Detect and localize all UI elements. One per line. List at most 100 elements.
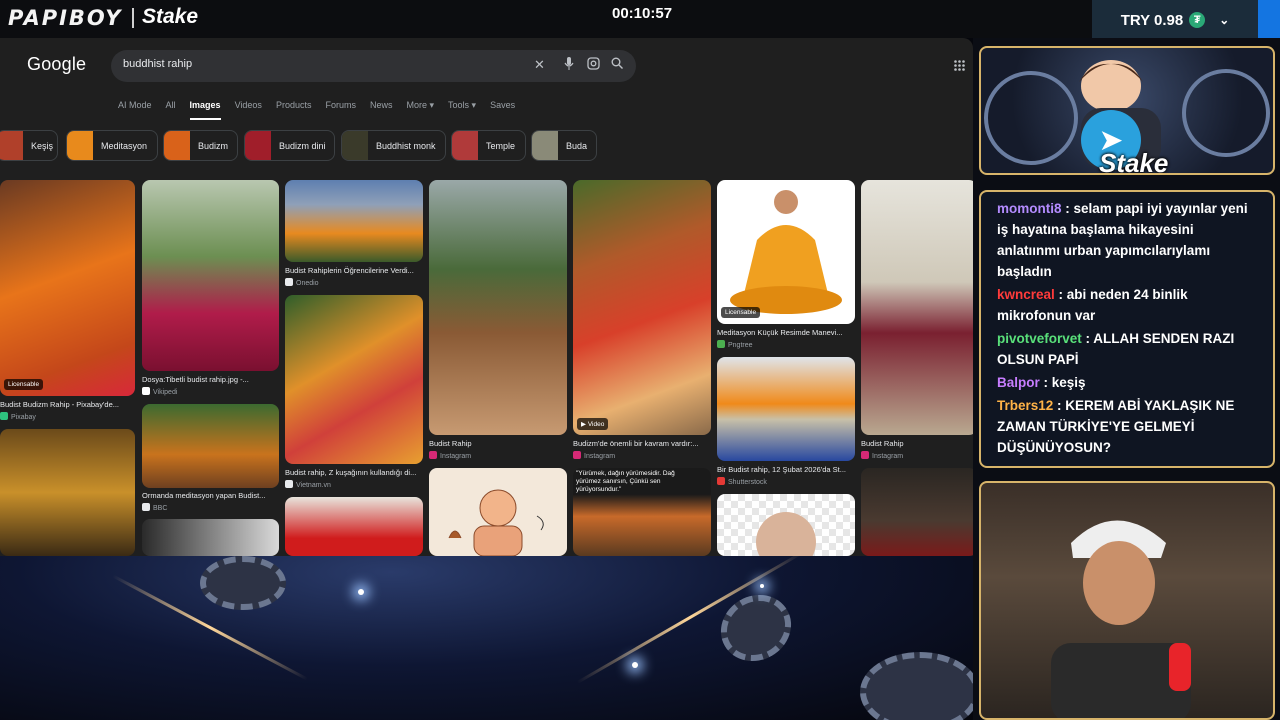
tab-videos[interactable]: Videos: [235, 100, 262, 120]
chip-label: Buddhist monk: [376, 140, 436, 151]
image-result[interactable]: [285, 295, 423, 464]
instagram-icon: [861, 451, 869, 459]
chip-budizm-dini[interactable]: Budizm dini: [244, 130, 335, 161]
result-source[interactable]: Vikipedi: [142, 387, 177, 396]
apps-grid-icon[interactable]: [954, 58, 965, 74]
chat-text: keşiş: [1051, 375, 1086, 390]
chip-kesis[interactable]: Keşiş: [0, 130, 58, 161]
result-caption[interactable]: Ormanda meditasyon yapan Budist...: [142, 491, 279, 500]
chip-thumbnail: [452, 131, 478, 160]
search-box[interactable]: buddhist rahip ✕: [111, 50, 636, 82]
tab-products[interactable]: Products: [276, 100, 312, 120]
pixabay-icon: [0, 412, 8, 420]
tab-ai-mode[interactable]: AI Mode: [118, 100, 152, 120]
result-source[interactable]: Pixabay: [0, 412, 36, 421]
tab-images[interactable]: Images: [189, 100, 221, 120]
result-source[interactable]: Onedio: [285, 278, 319, 287]
search-icon[interactable]: [611, 57, 623, 72]
clear-icon[interactable]: ✕: [534, 57, 545, 73]
tab-saves[interactable]: Saves: [490, 100, 515, 120]
monk-head-photo: [756, 512, 816, 556]
chip-temple[interactable]: Temple: [451, 130, 526, 161]
chip-thumbnail: [0, 131, 23, 160]
chip-label: Temple: [486, 140, 516, 151]
result-caption[interactable]: Budist Rahip: [429, 439, 567, 448]
image-result[interactable]: [717, 357, 855, 461]
search-input[interactable]: buddhist rahip: [123, 58, 192, 70]
result-source[interactable]: Instagram: [573, 451, 615, 460]
result-source[interactable]: Instagram: [861, 451, 903, 460]
bbc-icon: [142, 503, 150, 511]
result-caption[interactable]: Budist Budizm Rahip - Pixabay'de...: [0, 400, 135, 409]
image-result[interactable]: "Yürümek, dağın yürümesidir. Dağ yürümez…: [573, 468, 711, 556]
casino-background: [0, 551, 980, 720]
chat-message: pivotveforvet : ALLAH SENDEN RAZI OLSUN …: [997, 331, 1235, 367]
chat-username[interactable]: pivotveforvet: [997, 331, 1082, 346]
chip-thumbnail: [532, 131, 558, 160]
lens-icon[interactable]: [587, 57, 600, 73]
result-source[interactable]: BBC: [142, 503, 167, 512]
microphone-icon[interactable]: [564, 57, 574, 73]
webcam-panel: [979, 481, 1275, 720]
chip-label: Budizm dini: [279, 140, 326, 151]
chip-buda[interactable]: Buda: [531, 130, 597, 161]
chip-thumbnail: [164, 131, 190, 160]
result-caption[interactable]: Budist Rahiplerin Öğrencilerine Verdi...: [285, 266, 423, 275]
chip-budizm[interactable]: Budizm: [163, 130, 238, 161]
stream-top-bar: PAPIBOY Stake 00:10:57 TRY 0.98 ₮ ⌄: [0, 0, 1280, 40]
chip-buddhist-monk[interactable]: Buddhist monk: [341, 130, 446, 161]
tab-forums[interactable]: Forums: [325, 100, 356, 120]
image-result[interactable]: [717, 494, 855, 556]
google-logo[interactable]: Google: [27, 54, 86, 75]
poker-chip: [860, 652, 980, 720]
tab-all[interactable]: All: [166, 100, 176, 120]
chat-username[interactable]: momonti8: [997, 201, 1062, 216]
onedio-icon: [285, 278, 293, 286]
result-source[interactable]: Vietnam.vn: [285, 480, 331, 489]
image-result[interactable]: [429, 468, 567, 556]
result-caption[interactable]: Budizm'de önemli bir kavram vardır:...: [573, 439, 711, 448]
pngtree-icon: [717, 340, 725, 348]
image-result[interactable]: [429, 180, 567, 435]
search-tabs: AI Mode All Images Videos Products Forum…: [118, 100, 529, 120]
image-result[interactable]: [285, 180, 423, 262]
tab-more[interactable]: More ▾: [407, 100, 435, 120]
video-badge: ▶ Video: [577, 418, 609, 430]
image-result[interactable]: [142, 519, 279, 556]
chip-meditasyon[interactable]: Meditasyon: [66, 130, 158, 161]
licensable-badge: Licensable: [4, 379, 44, 390]
result-caption[interactable]: Meditasyon Küçük Resimde Manevi...: [717, 328, 855, 337]
image-result[interactable]: [285, 497, 423, 556]
sparkle: [760, 584, 764, 588]
wallet-button[interactable]: [1258, 0, 1280, 40]
image-result[interactable]: Licensable: [0, 180, 135, 396]
result-caption[interactable]: Budist Rahip: [861, 439, 973, 448]
chat-username[interactable]: Balpor: [997, 375, 1040, 390]
chip-thumbnail: [67, 131, 93, 160]
balance-dropdown[interactable]: TRY 0.98 ₮ ⌄: [1092, 0, 1258, 40]
sponsor-logo: Stake: [142, 5, 199, 28]
chip-label: Buda: [566, 140, 588, 151]
result-source[interactable]: Shutterstock: [717, 477, 767, 486]
result-source[interactable]: Instagram: [429, 451, 471, 460]
chat-username[interactable]: kwncreal: [997, 287, 1055, 302]
image-result[interactable]: [142, 404, 279, 488]
image-result[interactable]: [861, 180, 973, 435]
result-source[interactable]: Pngtree: [717, 340, 753, 349]
image-result[interactable]: [0, 429, 135, 556]
chat-message: Trbers12 : KEREM ABİ YAKLAŞIK NE ZAMAN T…: [997, 398, 1235, 455]
chip-label: Keşiş: [31, 140, 54, 151]
result-caption[interactable]: Dosya:Tibetli budist rahip.jpg -...: [142, 375, 279, 384]
channel-logo: PAPIBOY: [8, 6, 123, 30]
image-result[interactable]: [142, 180, 279, 371]
image-result[interactable]: [861, 468, 973, 556]
image-result[interactable]: ▶ Video: [573, 180, 711, 435]
chat-message: Balpor : keşiş: [997, 375, 1086, 390]
tab-tools[interactable]: Tools ▾: [448, 100, 476, 120]
shutterstock-icon: [717, 477, 725, 485]
chat-username[interactable]: Trbers12: [997, 398, 1053, 413]
result-caption[interactable]: Budist rahip, Z kuşağının kullandığı di.…: [285, 468, 423, 477]
image-result[interactable]: Licensable: [717, 180, 855, 324]
result-caption[interactable]: Bir Budist rahip, 12 Şubat 2026'da St...: [717, 465, 855, 474]
tab-news[interactable]: News: [370, 100, 393, 120]
